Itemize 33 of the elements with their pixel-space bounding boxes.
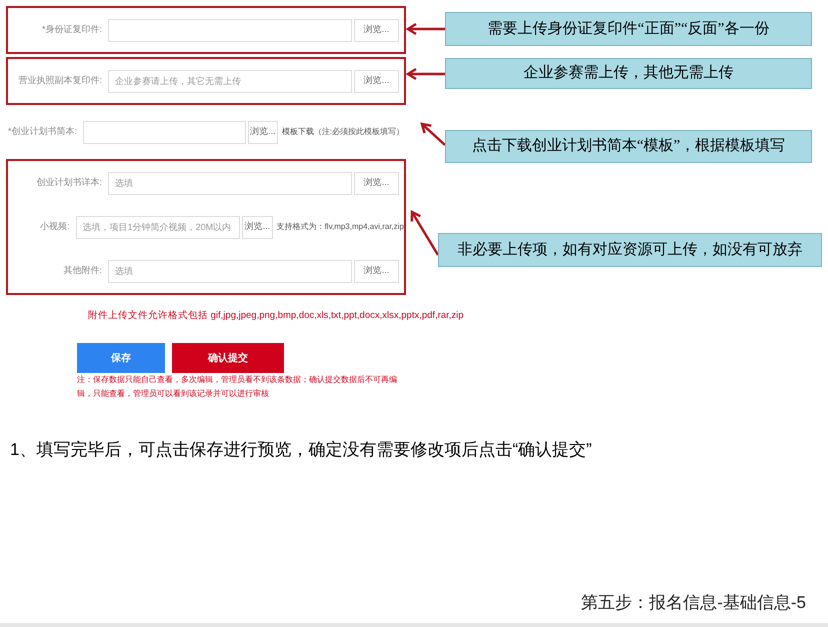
form-button[interactable]: 保存 <box>77 343 165 374</box>
field-label: 创业计划书详本: <box>35 176 103 190</box>
callout-box: 非必要上传项，如有对应资源可上传，如没有可放弃 <box>438 233 822 267</box>
browse-button[interactable]: 浏览... <box>354 260 399 282</box>
form-note: 注：保存数据只能自己查看，多次编辑，管理员看不到该条数据；确认提交数据后不可再编辑，只能查看，管理员可以看到该记录并可以进行审核 <box>77 374 398 400</box>
arrow <box>420 122 446 146</box>
browse-button[interactable]: 浏览... <box>354 18 399 42</box>
file-path-field[interactable]: 选填，项目1分钟简介视频，20M以内 <box>76 216 240 238</box>
allowed-formats-text: 附件上传文件允许格式包括 gif,jpg,jpeg,png,bmp,doc,xls,txt,ppt,docx,xlsx,pptx,pdf,rar,zip <box>88 309 465 323</box>
arrow <box>410 210 440 256</box>
field-label: *身份证复印件: <box>40 23 103 36</box>
file-path-field[interactable]: 企业参赛请上传，其它无需上传 <box>108 70 352 92</box>
file-path-field[interactable]: 选填 <box>108 172 352 194</box>
callout-box: 点击下载创业计划书简本“模板”，根据模板填写 <box>445 130 812 163</box>
field-label: 其他附件: <box>62 264 103 278</box>
browse-button[interactable]: 浏览... <box>248 120 278 144</box>
browse-button[interactable]: 浏览... <box>354 70 399 92</box>
field-label: 小视频: <box>39 220 71 234</box>
file-path-field[interactable] <box>83 120 246 144</box>
template-download-link[interactable]: 模板下载 <box>282 126 314 138</box>
note-text: （注:必须按此模板填写） <box>314 126 404 138</box>
field-label: 营业执照副本复印件: <box>17 74 103 88</box>
browse-button[interactable]: 浏览... <box>242 216 273 238</box>
browse-button[interactable]: 浏览... <box>354 172 399 194</box>
instruction-text: 1、填写完毕后，可点击保存进行预览，确定没有需要修改项后点击“确认提交” <box>10 439 593 462</box>
field-label: *创业计划书简本: <box>8 125 78 138</box>
step-footer: 第五步：报名信息-基础信息-5 <box>581 590 806 615</box>
file-path-field[interactable]: 选填 <box>108 260 352 282</box>
file-path-field[interactable] <box>108 18 352 42</box>
callout-box: 企业参赛需上传，其他无需上传 <box>445 58 812 89</box>
callout-box: 需要上传身份证复印件“正面”“反面”各一份 <box>445 12 812 46</box>
form-button[interactable]: 确认提交 <box>172 343 284 374</box>
note-text: 支持格式为：flv,mp3,mp4,avi,rar,zip <box>276 221 404 233</box>
